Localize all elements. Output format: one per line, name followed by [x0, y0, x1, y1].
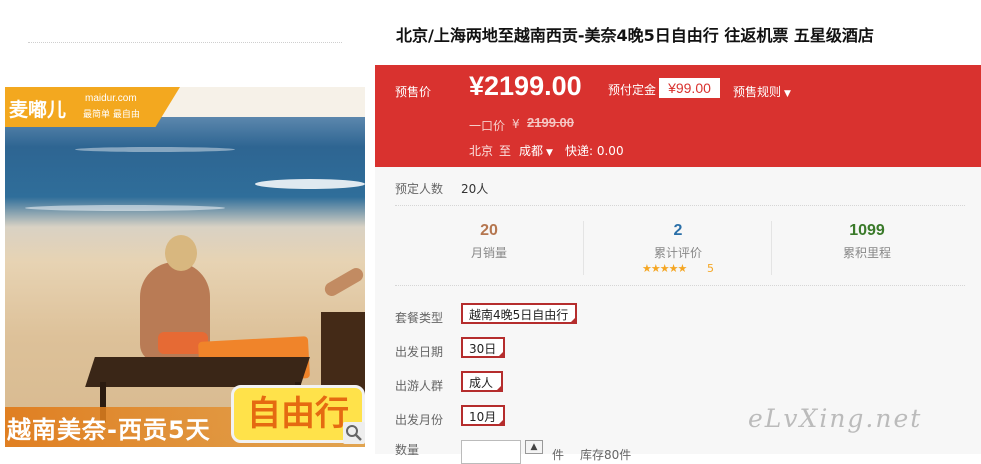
brand-name: 麦嘟儿 [9, 99, 67, 121]
chevron-down-icon: ▼ [784, 89, 791, 99]
departure-month-option[interactable]: 10月 [461, 405, 505, 426]
traveler-group-option[interactable]: 成人 [461, 371, 503, 392]
product-title: 北京/上海两地至越南西贡-美奈4晚5日自由行 往返机票 五星级酒店 [396, 26, 874, 45]
reserved-value: 20人 [461, 182, 489, 196]
rating-value: 5 [707, 262, 714, 275]
magnifier-icon[interactable] [343, 422, 365, 444]
chevron-down-icon: ▼ [546, 148, 553, 158]
departure-date-label: 出发日期 [395, 345, 444, 359]
to-word: 至 [499, 144, 512, 158]
from-city: 北京 [469, 144, 494, 158]
image-caption: 越南美奈-西贡5天 [7, 416, 211, 444]
stock-count: 库存80件 [580, 448, 632, 462]
monthly-sales-value: 20 [480, 222, 498, 239]
quantity-unit: 件 [552, 448, 565, 462]
package-type-option[interactable]: 越南4晚5日自由行 [461, 303, 577, 324]
reviews-value: 2 [673, 222, 683, 239]
reserved-label: 预定人数 [395, 182, 444, 196]
person-head [165, 235, 197, 271]
rating-stars-icon: ★★★★★ [642, 262, 687, 275]
shipping-fee: 快递: 0.00 [565, 144, 624, 158]
monthly-sales-label: 月销量 [470, 246, 507, 260]
deposit-label: 预付定金 [608, 83, 657, 97]
mileage-value: 1099 [849, 222, 885, 239]
quantity-label: 数量 [395, 443, 420, 457]
presale-price: ¥2199.00 [469, 71, 582, 101]
package-type-label: 套餐类型 [395, 311, 444, 325]
brand-slogan: 最简单 最自由 [83, 110, 140, 120]
presale-label: 预售价 [395, 85, 432, 99]
traveler-group-label: 出游人群 [395, 379, 444, 393]
original-price: 2199.00 [527, 115, 574, 130]
price-panel: 预售价 ¥2199.00 预付定金 ¥99.00 预售规则 ▼ 一口价 ¥ 219… [375, 65, 981, 167]
departure-date-option[interactable]: 30日 [461, 337, 505, 358]
one-price-currency: ¥ [512, 117, 520, 131]
one-price-label: 一口价 [469, 119, 506, 133]
quantity-increase-button[interactable]: ▲ [525, 440, 543, 454]
lounge-chair [85, 357, 310, 387]
brand-tag: 麦嘟儿 maidur.com 最简单 最自由 [5, 87, 180, 127]
presale-rules-link[interactable]: 预售规则 ▼ [733, 83, 791, 100]
destination-city-select[interactable]: 成都 ▼ [519, 142, 553, 159]
product-main-image[interactable]: 麦嘟儿 maidur.com 最简单 最自由 越南美奈-西贡5天 自由行 [5, 87, 365, 447]
reviews-label: 累计评价 [653, 246, 702, 260]
departure-month-label: 出发月份 [395, 413, 444, 427]
mileage-label: 累积里程 [842, 246, 891, 260]
deposit-value: ¥99.00 [659, 78, 720, 98]
brand-url: maidur.com [85, 93, 137, 104]
site-watermark: eLvXing.net [748, 404, 923, 433]
quantity-input[interactable] [461, 440, 521, 464]
top-divider [28, 42, 342, 43]
